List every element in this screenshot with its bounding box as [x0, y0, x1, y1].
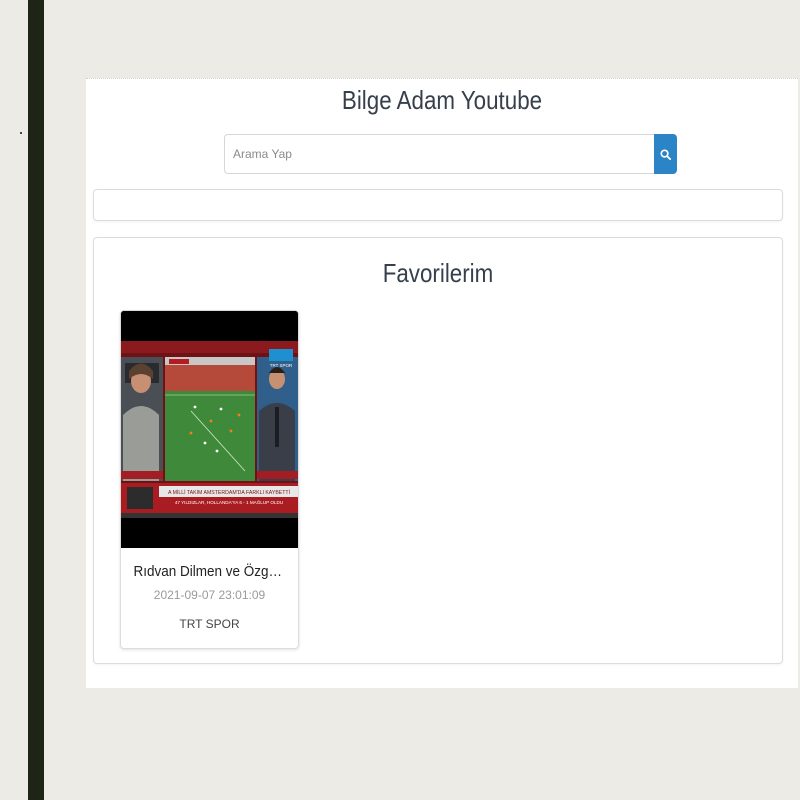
favorites-title: Favorilerim — [382, 258, 494, 288]
thumbnail-banner-headline: A MİLLİ TAKIM AMSTERDAM'DA FARKLI KAYBET… — [168, 489, 290, 496]
search-icon — [660, 148, 671, 160]
app-container: Bilge Adam Youtube Favorilerim — [86, 78, 798, 688]
video-title[interactable]: Rıdvan Dilmen ve Özgür Buzbaş... — [133, 563, 285, 580]
thumbnail-channel-logo: TRT SPOR — [270, 363, 293, 368]
video-channel: TRT SPOR — [179, 617, 240, 631]
search-results-panel — [93, 189, 783, 221]
video-card[interactable]: A MİLLİ TAKIM AMSTERDAM'DA FARKLI KAYBET… — [120, 310, 299, 649]
page-title: Bilge Adam Youtube — [341, 85, 543, 115]
favorites-panel: Favorilerim A MİLLİ TAKIM AMSTERDAM'DA F… — [93, 237, 783, 664]
search-bar — [224, 134, 677, 174]
search-button[interactable] — [654, 134, 677, 174]
search-input[interactable] — [224, 134, 654, 174]
stray-dot — [20, 132, 22, 134]
thumbnail-image: A MİLLİ TAKIM AMSTERDAM'DA FARKLI KAYBET… — [121, 311, 298, 548]
window-left-bar — [28, 0, 44, 800]
video-thumbnail[interactable]: A MİLLİ TAKIM AMSTERDAM'DA FARKLI KAYBET… — [121, 311, 298, 548]
thumbnail-banner-subline: 47 YILDIZLAR, HOLLANDA'YA 6 - 1 MAĞLUP O… — [175, 499, 283, 505]
video-date: 2021-09-07 23:01:09 — [153, 588, 266, 602]
